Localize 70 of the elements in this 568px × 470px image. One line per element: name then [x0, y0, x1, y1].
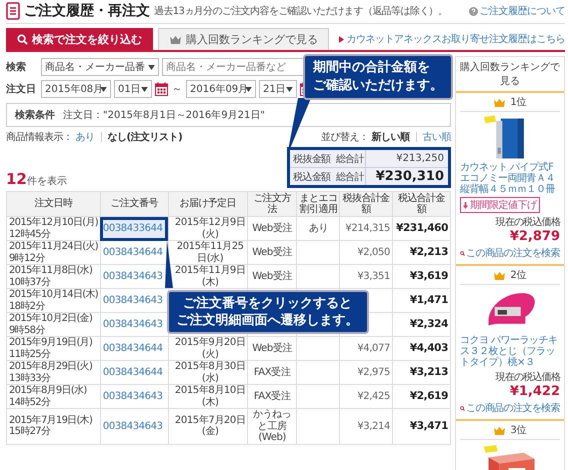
- column-header: 税込合計金額: [392, 192, 450, 216]
- conditions-label: 検索条件: [15, 108, 55, 122]
- total-amount: ¥231,460: [392, 216, 450, 240]
- column-header: お届け予定日: [168, 192, 248, 216]
- totals-label: 税抜金額 総合計: [290, 150, 366, 167]
- total-amount: ¥2,324: [392, 312, 450, 336]
- subtotal-amount: ¥2,425: [357, 390, 390, 402]
- column-header: まとエコ割引適用: [296, 192, 340, 216]
- price-value: ¥1,422: [510, 384, 560, 399]
- delivery-date: 2015年11月9日(木): [174, 265, 246, 288]
- date-cell: 2015年8月9日(水) 14時52分: [6, 384, 100, 408]
- eco-discount: あり: [308, 222, 328, 234]
- total-amount: ¥4,403: [392, 336, 450, 360]
- order-method: かうねっと工房(Web): [252, 409, 292, 443]
- subtotal-amount: ¥214,315: [345, 222, 390, 234]
- total-amount: ¥2,619: [392, 384, 450, 408]
- price-drop-badge: 期間限定値下げ: [460, 197, 540, 213]
- rank-label: 3位: [510, 424, 527, 437]
- column-header: 注文日時: [6, 192, 100, 216]
- delivery-date: 2015年8月10日(木): [174, 385, 246, 408]
- delivery-date: 2015年12月9日(火): [174, 217, 246, 240]
- sort-label: 並び替え：: [321, 130, 368, 144]
- callout-tooltip: 期間中の合計金額を ご確認いただけます。: [303, 54, 453, 100]
- order-method: Web受注: [252, 270, 292, 282]
- date-cell: 2015年7月19日(木) 15時27分: [6, 408, 100, 444]
- subtotal-amount: ¥2,975: [357, 366, 390, 378]
- date-cell: 2015年8月29日(火) 13時33分: [6, 360, 100, 384]
- order-method: FAX受注: [254, 366, 290, 378]
- rank-label: 2位: [510, 269, 527, 282]
- rank-label: 1位: [510, 96, 527, 109]
- callout-tooltip: ご注文番号をクリックすると ご注文明細画面へ遷移します。: [166, 290, 369, 334]
- totals-label: 税込金額 総合計: [290, 168, 366, 185]
- display-label: 商品情報表示：: [6, 130, 72, 144]
- total-amount: ¥2,213: [392, 240, 450, 264]
- subtotal-amount: ¥3,351: [357, 270, 390, 282]
- totals-value: ¥230,310: [374, 169, 445, 184]
- delivery-date: 2015年9月20日(火): [174, 337, 246, 360]
- order-method: FAX受注: [254, 390, 290, 402]
- page-subtitle: 過去13ヵ月分のご注文内容をご確認いただけます（返品等は除く）。: [154, 4, 449, 18]
- date-cell: 2015年9月19日(月) 11時25分: [6, 336, 100, 360]
- total-amount: ¥3,619: [392, 264, 450, 288]
- delivery-date: 2015年11月25日(水): [176, 241, 244, 264]
- column-header: ご注文番号: [100, 192, 168, 216]
- date-cell: 2015年10月2日(金) 9時58分: [6, 312, 100, 336]
- price-label: 現在の税込価格: [496, 216, 560, 229]
- price-value: ¥2,879: [510, 229, 560, 244]
- date-cell: 2015年11月24日(火) 9時12分: [6, 240, 100, 264]
- total-amount: ¥3,471: [392, 408, 450, 444]
- delivery-date: 2015年7月20日(金): [174, 414, 246, 438]
- delivery-date: 2015年8月30日(水): [174, 361, 246, 384]
- column-header: ご注文方法: [247, 192, 297, 216]
- date-cell: 2015年11月8日(水) 10時37分: [6, 264, 100, 288]
- date-cell: 2015年10月14日(木) 18時2分: [6, 288, 100, 312]
- price-label: 現在の税込価格: [496, 370, 560, 384]
- column-header: 税抜合計金額: [340, 192, 392, 216]
- order-method: Web受注: [252, 222, 292, 234]
- order-date-label: 注文日: [6, 82, 37, 96]
- subtotal-amount: ¥4,077: [357, 342, 390, 354]
- order-method: Web受注: [252, 342, 292, 354]
- search-label: 検索: [6, 60, 27, 74]
- result-count: 12件を表示: [6, 170, 67, 188]
- subtotal-amount: ¥2,050: [357, 246, 390, 258]
- page-title: ご注文履歴・再注文: [24, 2, 150, 20]
- order-method: Web受注: [252, 246, 292, 258]
- range-separator: ～: [172, 83, 182, 96]
- totals-value: ¥213,250: [395, 153, 445, 164]
- total-amount: ¥3,213: [392, 360, 450, 384]
- conditions-text: 注文日："2015年8月1日～2016年9月21日": [63, 108, 265, 122]
- subtotal-amount: ¥3,214: [357, 420, 390, 432]
- total-amount: ¥1,471: [392, 288, 450, 312]
